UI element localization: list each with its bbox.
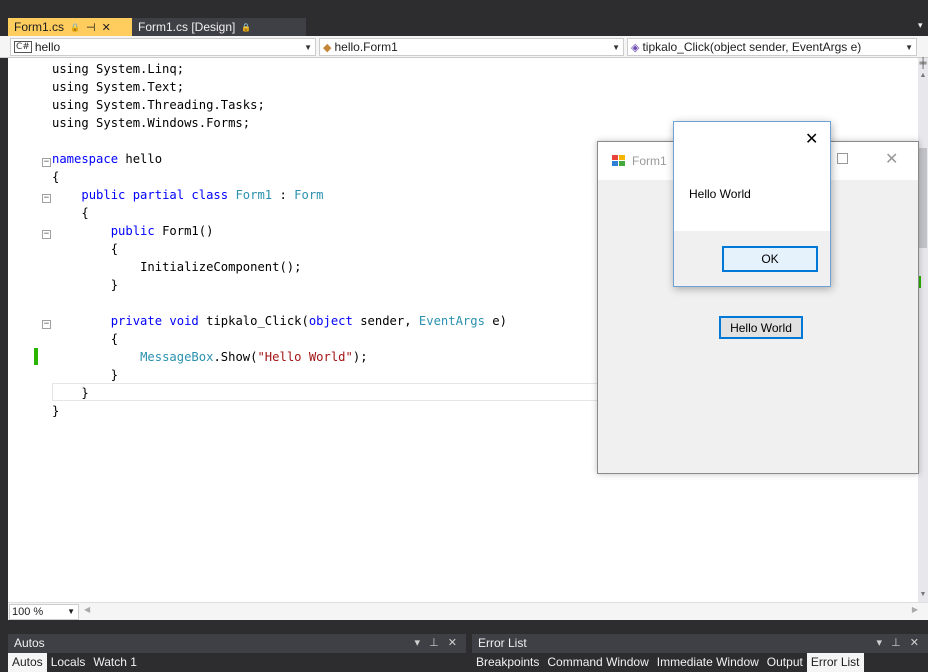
- member-value: tipkalo_Click(object sender, EventArgs e…: [642, 40, 862, 54]
- code-line: using System.Text;: [52, 80, 185, 94]
- scroll-down-icon[interactable]: ▼: [918, 591, 928, 598]
- tab-watch-1[interactable]: Watch 1: [89, 653, 141, 672]
- scroll-up-icon[interactable]: ▲: [918, 72, 928, 79]
- chevron-down-icon[interactable]: ▼: [905, 43, 913, 52]
- project-dropdown[interactable]: C# hello ▼: [10, 38, 316, 56]
- pin-icon[interactable]: ⊥: [891, 637, 904, 649]
- code-line: }: [110, 368, 119, 382]
- panel-controls[interactable]: ▾ ⊥ ✕: [877, 634, 922, 653]
- tab-label: Form1.cs: [14, 20, 65, 34]
- panel-title: Autos: [14, 636, 45, 650]
- form-app-icon: [612, 155, 626, 167]
- zoom-dropdown[interactable]: 100 % ▼: [9, 604, 79, 620]
- change-marker: [34, 348, 38, 365]
- bottom-panels: Autos ▾ ⊥ ✕ Error List ▾ ⊥ ✕ Autos Local…: [0, 620, 928, 672]
- code-line: MessageBox.Show("Hello World");: [140, 350, 368, 364]
- tab-overflow-icon[interactable]: ▾: [918, 20, 928, 34]
- member-dropdown[interactable]: ◈ tipkalo_Click(object sender, EventArgs…: [627, 38, 917, 56]
- tab-breakpoints[interactable]: Breakpoints: [472, 653, 543, 672]
- code-line: public partial class Form1 : Form: [81, 188, 324, 202]
- autos-panel-header[interactable]: Autos ▾ ⊥ ✕: [8, 634, 466, 653]
- code-line: }: [81, 386, 89, 400]
- tab-output[interactable]: Output: [763, 653, 807, 672]
- document-tab-strip: Form1.cs 🔒 ⊣ ✕ Form1.cs [Design] 🔒 ▾: [0, 0, 928, 36]
- debug-tabs: Autos Locals Watch 1: [8, 653, 141, 672]
- lock-icon: 🔒: [241, 22, 252, 32]
- tab-command-window[interactable]: Command Window: [543, 653, 652, 672]
- chevron-down-icon[interactable]: ▼: [612, 43, 620, 52]
- code-line: {: [81, 206, 89, 220]
- close-icon[interactable]: ✕: [885, 149, 898, 168]
- close-icon[interactable]: ✕: [448, 637, 460, 649]
- tab-error-list[interactable]: Error List: [806, 653, 864, 672]
- lock-icon: 🔒: [70, 22, 80, 32]
- pin-icon[interactable]: ⊥: [429, 637, 442, 649]
- code-text[interactable]: using System.Linq; using System.Text; us…: [52, 60, 507, 420]
- class-icon: ◆: [323, 41, 332, 54]
- scroll-right-icon[interactable]: ▶: [912, 605, 918, 614]
- editor-vertical-scrollbar[interactable]: ╪ ▲ ▼: [918, 58, 928, 602]
- code-line: {: [52, 170, 60, 184]
- code-line: }: [110, 278, 119, 292]
- tab-autos[interactable]: Autos: [8, 653, 47, 672]
- navigation-bar: C# hello ▼ ◆ hello.Form1 ▼ ◈ tipkalo_Cli…: [0, 36, 928, 58]
- tab-immediate-window[interactable]: Immediate Window: [653, 653, 763, 672]
- code-line: {: [110, 242, 119, 256]
- code-line: using System.Linq;: [52, 62, 185, 76]
- scrollbar-thumb[interactable]: [919, 148, 927, 248]
- code-line: }: [52, 404, 60, 418]
- chevron-down-icon[interactable]: ▾: [415, 637, 424, 649]
- panel-title: Error List: [478, 636, 527, 650]
- message-text: Hello World: [689, 187, 751, 201]
- collapse-icon[interactable]: −: [42, 320, 51, 329]
- collapse-icon[interactable]: −: [42, 194, 51, 203]
- close-tab-icon[interactable]: ✕: [102, 21, 111, 34]
- method-icon: ◈: [631, 41, 640, 54]
- chevron-down-icon[interactable]: ▾: [877, 637, 886, 649]
- form1-title: Form1: [632, 154, 667, 168]
- class-value: hello.Form1: [334, 40, 398, 54]
- code-line: using System.Windows.Forms;: [52, 116, 251, 130]
- pin-icon[interactable]: ⊣: [86, 21, 96, 34]
- ok-button[interactable]: OK: [722, 246, 818, 272]
- close-icon[interactable]: ✕: [910, 637, 922, 649]
- split-editor-icon[interactable]: ╪: [918, 58, 928, 70]
- code-line: public Form1(): [110, 224, 214, 238]
- message-box-dialog[interactable]: ✕ Hello World OK: [673, 121, 831, 287]
- code-line: {: [110, 332, 119, 346]
- scroll-left-icon[interactable]: ◀: [84, 605, 90, 614]
- chevron-down-icon[interactable]: ▼: [67, 605, 75, 619]
- csharp-icon: C#: [14, 41, 32, 53]
- tab-form1-design[interactable]: Form1.cs [Design] 🔒: [132, 18, 306, 36]
- chevron-down-icon[interactable]: ▼: [304, 43, 312, 52]
- error-list-panel-header[interactable]: Error List ▾ ⊥ ✕: [472, 634, 928, 653]
- hello-world-button[interactable]: Hello World: [719, 316, 803, 339]
- tab-locals[interactable]: Locals: [47, 653, 90, 672]
- code-line: using System.Threading.Tasks;: [52, 98, 265, 112]
- project-value: hello: [34, 40, 61, 54]
- collapse-icon[interactable]: −: [42, 230, 51, 239]
- tab-label: Form1.cs [Design]: [138, 20, 236, 34]
- close-icon[interactable]: ✕: [805, 129, 818, 148]
- output-tabs: Breakpoints Command Window Immediate Win…: [472, 653, 864, 672]
- maximize-icon[interactable]: [837, 153, 848, 164]
- class-dropdown[interactable]: ◆ hello.Form1 ▼: [319, 38, 624, 56]
- tab-form1-cs[interactable]: Form1.cs 🔒 ⊣ ✕: [8, 18, 132, 36]
- code-line: private void tipkalo_Click(object sender…: [110, 314, 507, 328]
- editor-gutter: [8, 58, 48, 602]
- zoom-bar: 100 % ▼ ◀ ▶: [8, 602, 928, 620]
- panel-controls[interactable]: ▾ ⊥ ✕: [415, 634, 460, 653]
- code-line: InitializeComponent();: [140, 260, 302, 274]
- code-line: namespace hello: [52, 152, 163, 166]
- message-box-body: ✕ Hello World: [674, 122, 830, 231]
- zoom-value: 100 %: [12, 606, 44, 618]
- collapse-icon[interactable]: −: [42, 158, 51, 167]
